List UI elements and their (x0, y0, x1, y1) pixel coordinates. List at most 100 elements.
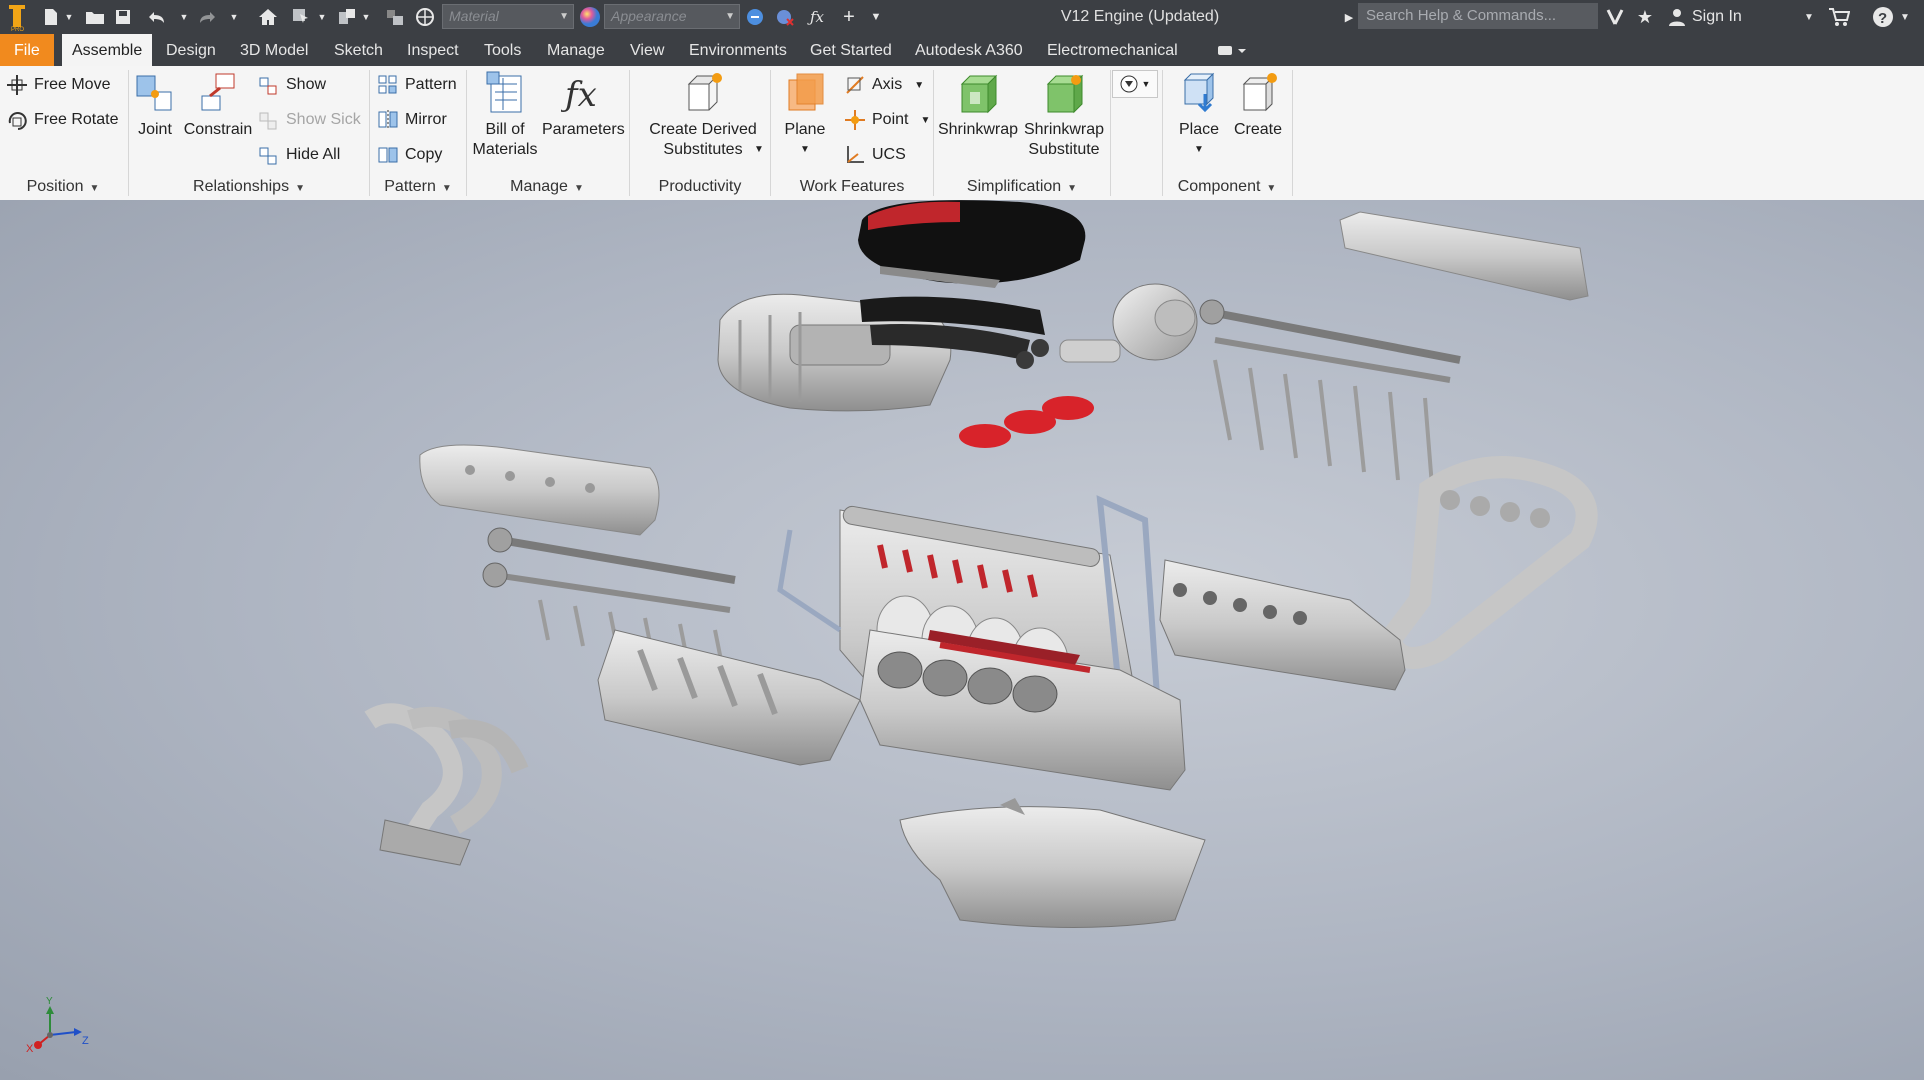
free-rotate-button[interactable]: Free Rotate (6, 106, 118, 134)
throttle-gaskets[interactable] (959, 396, 1094, 448)
sign-in-dropdown-icon[interactable]: ▼ (1802, 6, 1816, 28)
material-select[interactable]: Material ▼ (442, 4, 574, 29)
tab-file[interactable]: File (0, 34, 54, 66)
exhaust-header-right[interactable] (1377, 456, 1598, 669)
plane-dropdown-icon[interactable]: ▼ (776, 140, 834, 160)
create-component-button[interactable]: Create (1230, 70, 1286, 140)
oil-pan[interactable] (899, 798, 1206, 928)
exhaust-header-left[interactable] (364, 703, 529, 866)
redo-dropdown-icon[interactable]: ▼ (228, 6, 240, 28)
tab-sketch[interactable]: Sketch (334, 34, 383, 66)
graphics-viewport[interactable]: Y Z X (0, 200, 1924, 1080)
create-derived-substitutes-button[interactable]: Create Derived Substitutes (640, 70, 766, 160)
joint-button[interactable]: Joint (130, 70, 180, 140)
axis-dropdown-icon[interactable]: ▼ (914, 80, 924, 91)
bill-of-materials-button[interactable]: Bill of Materials (470, 70, 540, 160)
axis-button[interactable]: Axis ▼ (844, 71, 924, 99)
tab-get-started[interactable]: Get Started (810, 34, 892, 66)
mirror-button[interactable]: Mirror (377, 106, 447, 134)
binoculars-icon[interactable] (1602, 6, 1628, 28)
cylinder-head-right[interactable] (1159, 559, 1406, 691)
hide-all-button[interactable]: Hide All (258, 141, 340, 169)
create-component-icon (1242, 73, 1277, 112)
tab-manage[interactable]: Manage (547, 34, 605, 66)
ucs-button[interactable]: UCS (844, 141, 906, 169)
appearance-sphere-icon[interactable] (578, 6, 602, 28)
open-folder-icon[interactable] (84, 6, 106, 28)
work-features-group-label: Work Features (799, 178, 905, 195)
camshafts-right[interactable] (1199, 299, 1461, 487)
place-dropdown-icon[interactable]: ▼ (1172, 140, 1226, 160)
tab-view[interactable]: View (630, 34, 664, 66)
axis-triad[interactable]: Y Z X (26, 996, 89, 1055)
parameters-button[interactable]: ƒx Parameters (542, 70, 625, 140)
fx-parameters-icon[interactable]: ƒx (806, 6, 828, 28)
globe-icon[interactable] (414, 6, 436, 28)
valve-cover-right[interactable] (1339, 211, 1589, 301)
copy-icon (378, 147, 398, 163)
view-filter-dropdown[interactable]: ▼ (1112, 70, 1158, 98)
search-input[interactable]: Search Help & Commands... (1358, 3, 1598, 29)
home-icon[interactable] (256, 6, 280, 28)
show-button[interactable]: Show (258, 71, 326, 99)
pattern-group-label[interactable]: Pattern ▼ (370, 176, 466, 198)
relationships-group-label[interactable]: Relationships ▼ (130, 176, 368, 198)
help-icon[interactable]: ? (1870, 6, 1896, 28)
undo-icon[interactable] (146, 6, 168, 28)
expand-search-icon[interactable]: ▶ (1342, 6, 1356, 28)
ribbon-display-toggle[interactable] (1216, 34, 1252, 66)
tab-electromechanical[interactable]: Electromechanical (1047, 34, 1178, 66)
free-move-button[interactable]: Free Move (6, 71, 110, 99)
clear-appearance-icon[interactable] (774, 6, 796, 28)
new-dropdown-icon[interactable]: ▼ (62, 6, 76, 28)
save-icon[interactable] (112, 6, 134, 28)
plus-icon[interactable]: + (838, 6, 860, 28)
shrinkwrap-substitute-button[interactable]: Shrinkwrap Substitute (1022, 70, 1106, 160)
chevron-down-icon: ▼ (559, 11, 569, 22)
tab-3d-model[interactable]: 3D Model (240, 34, 308, 66)
star-icon[interactable]: ★ (1632, 6, 1658, 28)
cylinder-head-left[interactable] (597, 629, 861, 766)
new-file-icon[interactable] (40, 6, 62, 28)
engine-block[interactable] (859, 629, 1186, 791)
component-group-label[interactable]: Component ▼ (1164, 176, 1290, 198)
show-sick-button[interactable]: Show Sick (258, 106, 361, 134)
manage-group-label[interactable]: Manage ▼ (467, 176, 627, 198)
measure-icon[interactable] (384, 6, 406, 28)
tab-design[interactable]: Design (166, 34, 216, 66)
intake-cover[interactable] (858, 200, 1086, 288)
tab-environments[interactable]: Environments (689, 34, 787, 66)
undo-dropdown-icon[interactable]: ▼ (178, 6, 190, 28)
tab-assemble[interactable]: Assemble (62, 34, 153, 66)
pattern-button[interactable]: Pattern (377, 71, 457, 99)
select-dropdown-icon[interactable]: ▼ (316, 6, 328, 28)
valve-cover-left[interactable] (419, 444, 660, 536)
inventor-logo-icon[interactable]: PRO (4, 2, 30, 32)
customize-dropdown-icon[interactable]: ▼ (866, 6, 886, 28)
select-icon[interactable] (290, 6, 312, 28)
plane-button[interactable]: Plane ▼ (776, 70, 834, 160)
tab-tools[interactable]: Tools (484, 34, 521, 66)
simplification-group-label[interactable]: Simplification ▼ (934, 176, 1110, 198)
point-dropdown-icon[interactable]: ▼ (920, 115, 930, 126)
place-button[interactable]: Place ▼ (1172, 70, 1226, 160)
redo-icon[interactable] (196, 6, 218, 28)
update-icon[interactable] (336, 6, 358, 28)
ucs-icon (847, 146, 864, 163)
cart-icon[interactable] (1826, 6, 1852, 28)
point-button[interactable]: Point ▼ (844, 106, 930, 134)
derived-dropdown-icon[interactable]: ▼ (754, 144, 764, 155)
help-dropdown-icon[interactable]: ▼ (1898, 6, 1912, 28)
update-dropdown-icon[interactable]: ▼ (360, 6, 372, 28)
copy-button[interactable]: Copy (377, 141, 442, 169)
shrinkwrap-button[interactable]: Shrinkwrap (936, 70, 1020, 140)
tab-inspect[interactable]: Inspect (407, 34, 459, 66)
adjust-appearance-icon[interactable] (744, 6, 766, 28)
appearance-select[interactable]: Appearance ▼ (604, 4, 740, 29)
supercharger-pulley[interactable] (1059, 283, 1198, 363)
position-group-label[interactable]: Position ▼ (0, 176, 126, 198)
chevron-down-icon: ▼ (725, 11, 735, 22)
constrain-button[interactable]: Constrain (182, 70, 254, 140)
sign-in-button[interactable]: Sign In (1668, 0, 1742, 34)
tab-autodesk-a360[interactable]: Autodesk A360 (915, 34, 1023, 66)
